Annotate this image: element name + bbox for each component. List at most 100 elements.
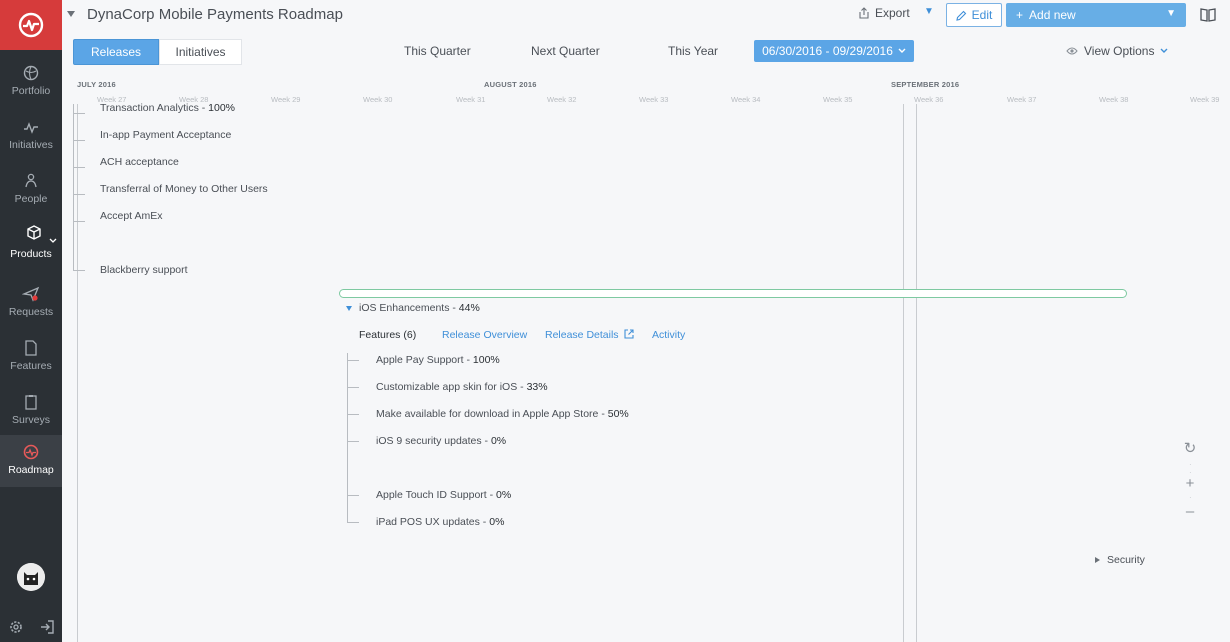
title-dropdown-caret-icon[interactable] [67,11,75,17]
sidebar-item-label: Requests [8,306,54,318]
release-title[interactable]: Security [1107,554,1145,566]
book-icon[interactable] [1199,6,1217,24]
people-icon [25,173,37,188]
week-label: Week 32 [547,95,577,104]
view-options-button[interactable]: View Options [1066,44,1168,58]
month-label: SEPTEMBER 2016 [891,80,960,89]
avatar[interactable] [17,563,45,591]
tab-release-overview[interactable]: Release Overview [442,329,527,341]
date-range-picker[interactable]: 06/30/2016 - 09/29/2016 [754,40,914,62]
release-title[interactable]: iOS Enhancements - 44% [359,302,480,314]
feature-item[interactable]: Transaction Analytics - 100% [100,102,235,114]
feature-name: Apple Pay Support - [376,354,473,366]
feature-name: iOS 9 security updates - [376,435,491,447]
eye-icon [1066,47,1078,55]
week-label: Week 37 [1007,95,1037,104]
export-chevron-down-icon[interactable]: ▼ [924,6,934,17]
feature-item[interactable]: In-app Payment Acceptance [100,129,231,141]
feature-progress: 100% [208,102,236,114]
feature-item[interactable]: iPad POS UX updates - 0% [376,516,504,528]
tree-connector [73,113,85,114]
week-label: Week 34 [731,95,761,104]
plus-icon: + [1016,8,1024,22]
export-icon [859,7,869,19]
sidebar-item-portfolio[interactable]: Portfolio [0,56,62,110]
tree-connector [347,387,359,388]
tab-releases[interactable]: Releases [73,39,159,65]
tab-activity[interactable]: Activity [652,329,685,341]
view-options-label: View Options [1084,44,1155,58]
range-this-year[interactable]: This Year [668,44,718,58]
feature-name: Customizable app skin for iOS - [376,381,527,393]
app-logo[interactable] [0,0,62,50]
tree-connector [347,414,359,415]
tree-connector [73,140,85,141]
feature-item[interactable]: ACH acceptance [100,156,179,168]
reset-zoom-icon[interactable]: ↻ [1180,439,1200,457]
tree-connector [73,104,74,270]
tree-connector [73,221,85,222]
sidebar-item-products[interactable]: Products [0,220,62,274]
collapse-caret-icon[interactable] [346,306,352,311]
export-button[interactable]: Export [858,6,910,20]
range-next-quarter[interactable]: Next Quarter [531,44,600,58]
feature-item[interactable]: Blackberry support [100,264,188,276]
tree-connector [73,167,85,168]
clipboard-icon [25,395,37,410]
chevron-down-icon [898,48,906,53]
sidebar-item-requests[interactable]: Requests [0,277,62,331]
feature-item[interactable]: iOS 9 security updates - 0% [376,435,506,447]
sidebar-item-label: Roadmap [8,464,54,476]
feature-item[interactable]: Transferral of Money to Other Users [100,183,268,195]
week-label: Week 30 [363,95,393,104]
feature-item[interactable]: Accept AmEx [100,210,162,222]
feature-name: Apple Touch ID Support - [376,489,497,501]
week-label: Week 33 [639,95,669,104]
zoom-out-icon[interactable]: – [1180,503,1200,520]
chevron-down-icon [1160,48,1168,53]
tree-connector [73,194,85,195]
release-progress: 44% [458,302,480,314]
logout-icon[interactable] [39,619,55,635]
chevron-down-icon [49,238,57,243]
edit-button[interactable]: Edit [946,3,1002,27]
tree-connector [347,360,359,361]
sidebar-item-label: Initiatives [9,139,53,151]
gear-icon[interactable] [8,619,24,635]
month-divider-line [916,104,917,642]
sidebar-item-initiatives[interactable]: Initiatives [0,110,62,164]
week-label: Week 38 [1099,95,1129,104]
sidebar-item-label: Surveys [12,414,50,426]
feature-name: Transferral of Money to Other Users [100,183,268,195]
sidebar-item-roadmap[interactable]: Roadmap [0,435,62,487]
tree-connector [73,270,85,271]
cat-avatar-icon [17,563,45,591]
sidebar-item-surveys[interactable]: Surveys [0,385,62,439]
feature-item[interactable]: Customizable app skin for iOS - 33% [376,381,548,393]
external-link-icon [624,329,635,339]
sidebar-item-features[interactable]: Features [0,331,62,385]
expand-caret-icon[interactable] [1095,557,1100,563]
page-title[interactable]: DynaCorp Mobile Payments Roadmap [87,6,343,23]
feature-item[interactable]: Make available for download in Apple App… [376,408,629,420]
feature-progress: 33% [526,381,548,393]
zoom-in-icon[interactable]: + [1180,475,1200,492]
add-new-chevron-down-icon[interactable]: ▼ [1166,8,1176,19]
add-new-button[interactable]: + Add new ▼ [1006,3,1186,27]
tab-initiatives[interactable]: Initiatives [159,39,242,65]
tab-features[interactable]: Features (6) [359,329,416,341]
feature-item[interactable]: Apple Touch ID Support - 0% [376,489,511,501]
feature-progress: 100% [472,354,500,366]
timeline-left-border [77,104,78,642]
release-bar-ios-enhancements[interactable] [339,289,1127,298]
week-label: Week 35 [823,95,853,104]
globe-icon [23,65,39,81]
tab-release-details[interactable]: Release Details [545,329,635,341]
feature-item[interactable]: Apple Pay Support - 100% [376,354,500,366]
feature-name: iPad POS UX updates - [376,516,490,528]
tree-connector [347,522,359,523]
range-this-quarter[interactable]: This Quarter [404,44,471,58]
export-label: Export [875,6,910,20]
sidebar-item-people[interactable]: People [0,164,62,218]
pulse-logo-icon [18,12,44,38]
